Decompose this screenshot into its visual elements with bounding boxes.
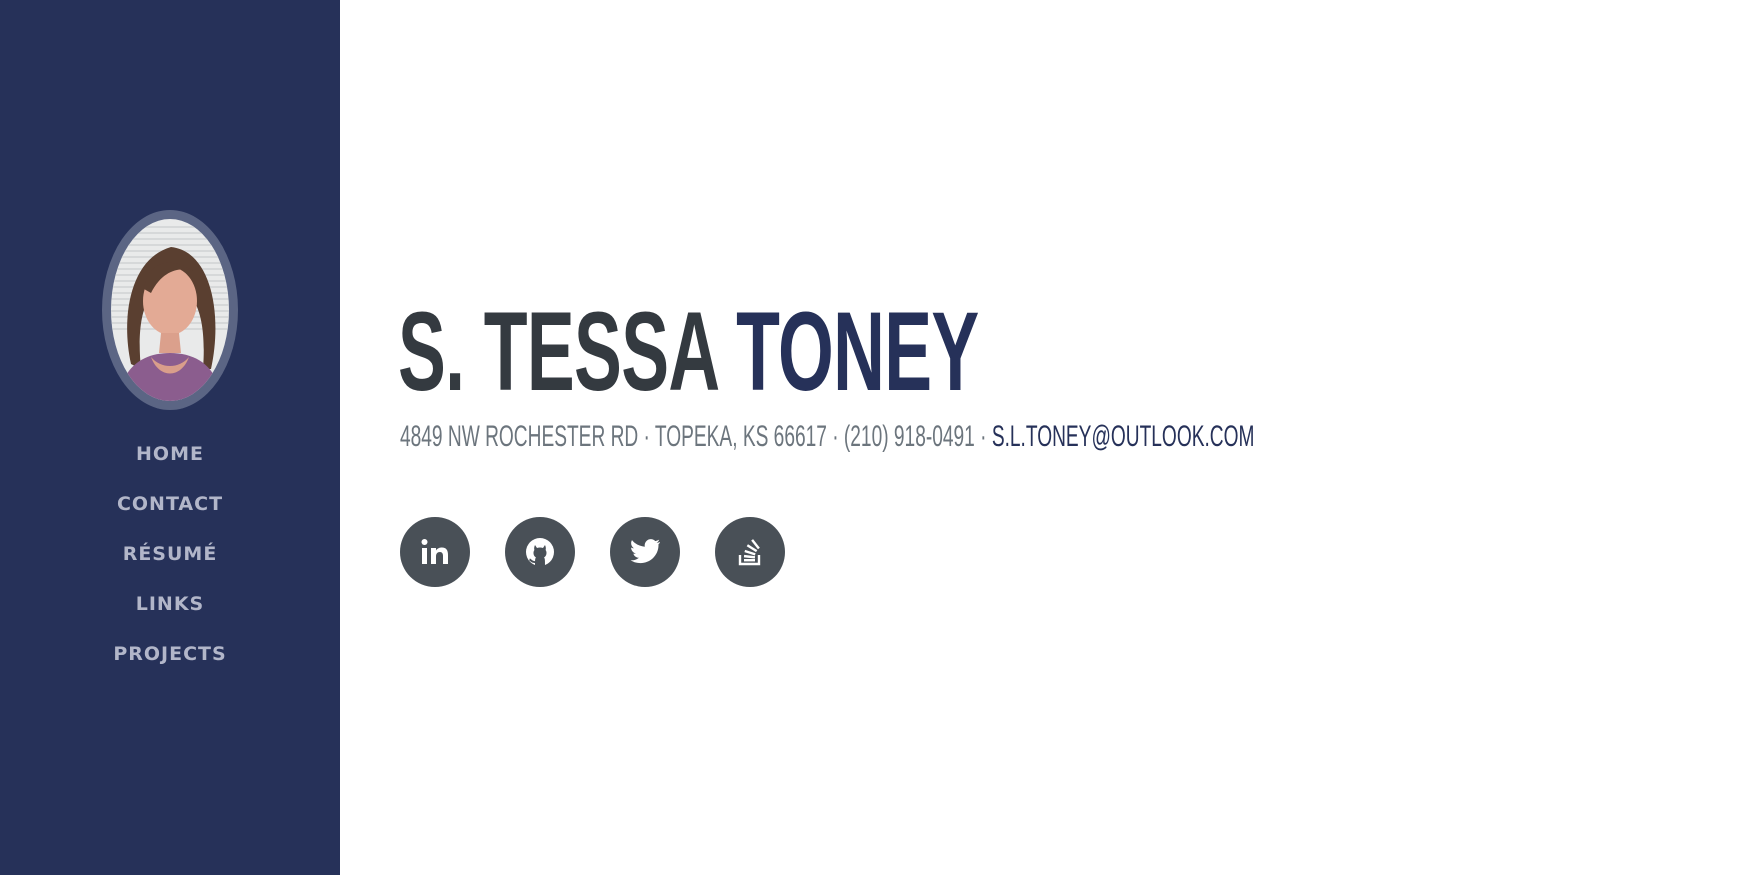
stack-overflow-icon bbox=[738, 539, 761, 566]
linkedin-icon bbox=[421, 539, 448, 564]
nav-item-links[interactable]: LINKS bbox=[0, 584, 340, 634]
social-links bbox=[400, 517, 820, 587]
sidebar-nav: HOME CONTACT RÉSUMÉ LINKS PROJECTS bbox=[0, 434, 340, 684]
linkedin-button[interactable] bbox=[400, 517, 470, 587]
nav-item-resume[interactable]: RÉSUMÉ bbox=[0, 534, 340, 584]
nav-item-projects[interactable]: PROJECTS bbox=[0, 634, 340, 684]
last-name: TONEY bbox=[736, 289, 979, 414]
twitter-button[interactable] bbox=[610, 517, 680, 587]
nav-item-contact[interactable]: CONTACT bbox=[0, 484, 340, 534]
contact-line: 4849 NW ROCHESTER RD · TOPEKA, KS 66617 … bbox=[400, 421, 1254, 453]
page-title: S. TESSA TONEY bbox=[398, 296, 979, 408]
first-name: S. TESSA bbox=[398, 289, 717, 414]
stack-overflow-button[interactable] bbox=[715, 517, 785, 587]
address: 4849 NW ROCHESTER RD · TOPEKA, KS 66617 … bbox=[400, 420, 987, 453]
github-button[interactable] bbox=[505, 517, 575, 587]
sidebar: HOME CONTACT RÉSUMÉ LINKS PROJECTS bbox=[0, 0, 340, 875]
github-icon bbox=[526, 538, 554, 566]
twitter-icon bbox=[630, 539, 660, 564]
nav-item-home[interactable]: HOME bbox=[0, 434, 340, 484]
profile-photo bbox=[111, 219, 229, 401]
avatar bbox=[102, 210, 238, 410]
email-link[interactable]: S.L.TONEY@OUTLOOK.COM bbox=[992, 420, 1255, 453]
